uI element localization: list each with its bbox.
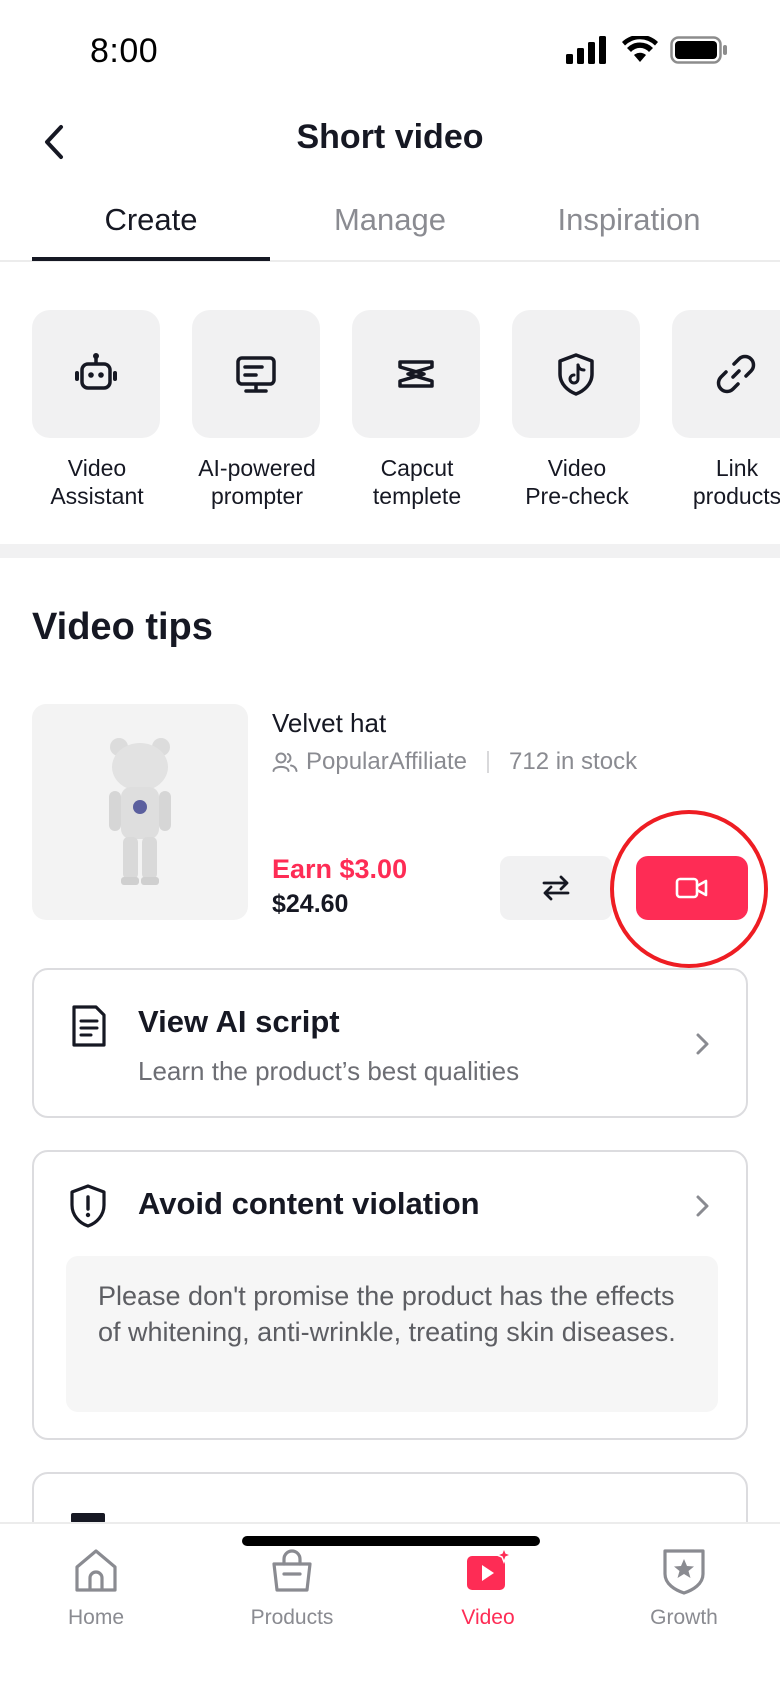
home-icon xyxy=(75,1549,117,1592)
product-price: $24.60 xyxy=(272,890,349,918)
wifi-icon xyxy=(622,36,658,62)
battery-icon xyxy=(670,36,727,64)
home-indicator xyxy=(242,1536,540,1546)
nav-label: Growth xyxy=(650,1606,718,1629)
content-violation-card[interactable]: Avoid content violation Please don't pro… xyxy=(32,1150,748,1440)
card-subtitle: Learn the product’s best qualities xyxy=(138,1056,520,1086)
shield-alert-icon xyxy=(66,1184,110,1228)
tool-video-assistant[interactable]: Video Assistant xyxy=(32,310,162,510)
tool-label: AI-powered prompter xyxy=(198,455,316,509)
cellular-signal-icon xyxy=(566,36,606,64)
swap-arrows-icon xyxy=(542,875,570,901)
status-icons xyxy=(566,36,728,64)
product-row: Velvet hat PopularAffiliate 712 in stock… xyxy=(32,704,768,968)
nav-growth[interactable]: Growth xyxy=(604,1544,764,1630)
product-image[interactable] xyxy=(32,704,248,920)
shield-tiktok-icon xyxy=(558,353,594,396)
creation-tools: Video Assistant AI-powered prompter Capc… xyxy=(0,262,780,556)
stock-label: 712 in stock xyxy=(509,748,638,775)
tool-capcut-template[interactable]: Capcut templete xyxy=(352,310,482,510)
navigation-bar: Short video xyxy=(0,100,780,180)
tool-tile xyxy=(512,310,640,438)
violation-warning-text: Please don't promise the product has the… xyxy=(66,1256,718,1412)
meta-separator xyxy=(487,751,489,773)
tool-label: Video Assistant xyxy=(50,455,144,509)
section-title: Video tips xyxy=(32,606,213,648)
nav-label: Home xyxy=(67,1606,125,1629)
tool-label: Capcut templete xyxy=(372,455,462,509)
product-meta: PopularAffiliate 712 in stock xyxy=(272,748,637,776)
nav-home[interactable]: Home xyxy=(16,1544,176,1630)
bear-figure-image xyxy=(109,738,171,885)
swap-product-button[interactable] xyxy=(500,856,612,920)
nav-label: Video xyxy=(461,1606,515,1629)
users-icon xyxy=(272,752,298,772)
tool-tile xyxy=(32,310,160,438)
status-time: 8:00 xyxy=(90,32,159,70)
tool-tile xyxy=(352,310,480,438)
earn-amount: Earn $3.00 xyxy=(272,854,408,884)
growth-badge-icon xyxy=(663,1549,705,1595)
nav-products[interactable]: Products xyxy=(212,1544,372,1630)
bag-icon xyxy=(272,1549,312,1592)
robot-icon xyxy=(75,353,117,390)
product-name: Velvet hat xyxy=(272,708,387,738)
tool-tile xyxy=(192,310,320,438)
section-divider xyxy=(0,544,780,558)
tool-label: Video Pre-check xyxy=(525,455,629,509)
active-tab-indicator xyxy=(32,257,270,261)
tab-bar: Create Manage Inspiration xyxy=(0,190,780,262)
link-icon xyxy=(716,354,756,394)
tool-tile xyxy=(672,310,780,438)
chevron-right-icon xyxy=(696,1033,709,1055)
page-title: Short video xyxy=(296,118,484,156)
card-title: View AI script xyxy=(138,1004,340,1039)
chevron-right-icon xyxy=(696,1195,709,1217)
bottom-navigation: Home Products Video Growth xyxy=(0,1522,780,1688)
tool-video-precheck[interactable]: Video Pre-check xyxy=(512,310,642,510)
tool-label: Link products xyxy=(692,455,780,509)
monitor-icon xyxy=(236,356,276,393)
record-video-button[interactable] xyxy=(636,856,748,920)
ai-script-card[interactable]: View AI script Learn the product’s best … xyxy=(32,968,748,1118)
nav-label: Products xyxy=(250,1606,334,1629)
tool-ai-prompter[interactable]: AI-powered prompter xyxy=(192,310,322,510)
nav-video[interactable]: Video xyxy=(408,1544,568,1630)
video-icon xyxy=(467,1546,513,1590)
tool-link-products[interactable]: Link products xyxy=(672,310,780,510)
video-camera-icon xyxy=(675,877,708,899)
affiliate-label: PopularAffiliate xyxy=(306,748,467,775)
card-title: Avoid content violation xyxy=(138,1186,480,1221)
tab-create[interactable]: Create xyxy=(32,202,270,238)
tab-inspiration[interactable]: Inspiration xyxy=(510,202,748,238)
document-icon xyxy=(66,1004,110,1048)
status-bar: 8:00 xyxy=(0,0,780,100)
capcut-icon xyxy=(398,360,434,388)
tab-manage[interactable]: Manage xyxy=(271,202,509,238)
